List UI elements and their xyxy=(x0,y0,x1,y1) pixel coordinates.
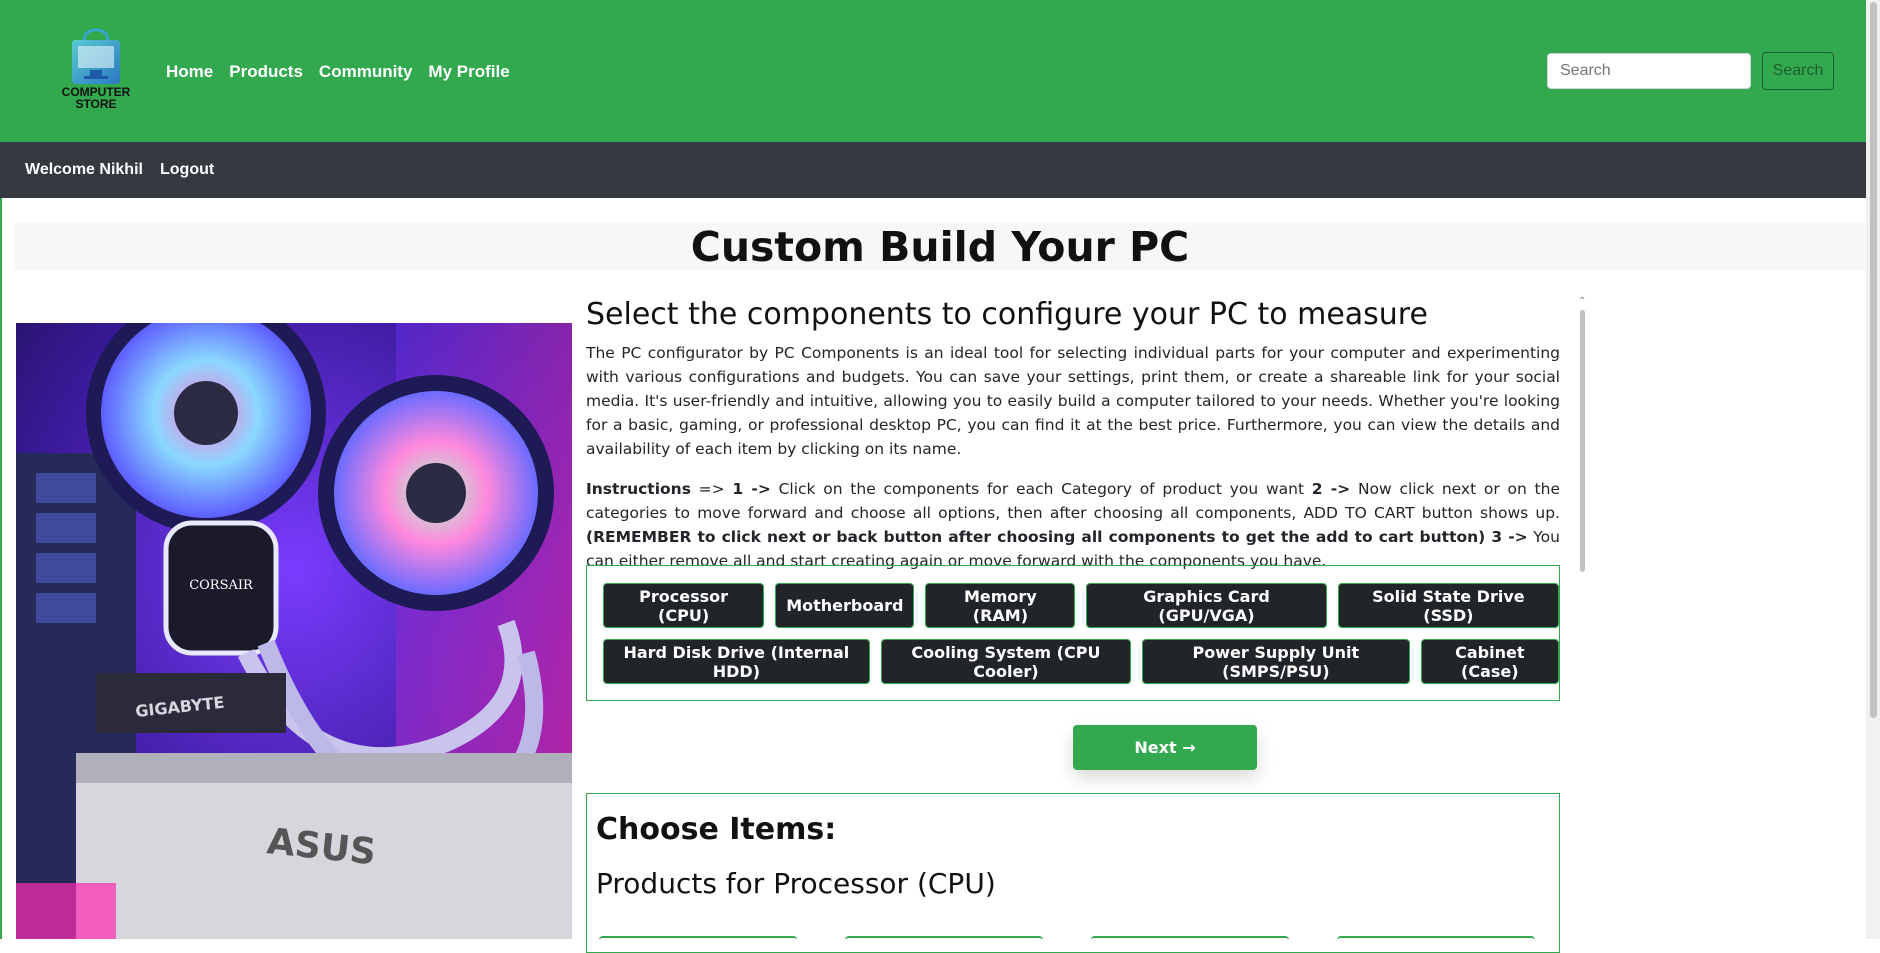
products-subtitle: Products for Processor (CPU) xyxy=(596,867,996,900)
category-button-psu[interactable]: Power Supply Unit (SMPS/PSU) xyxy=(1142,639,1410,684)
choose-items-title: Choose Items: xyxy=(596,812,837,847)
nav-community[interactable]: Community xyxy=(319,62,413,82)
instructions-arrow: => xyxy=(690,480,733,498)
page-scrollbar[interactable] xyxy=(1866,0,1880,939)
step2-note: (REMEMBER to click next or back button a… xyxy=(586,528,1486,546)
category-selector: Processor (CPU) Motherboard Memory (RAM)… xyxy=(586,565,1560,701)
main-nav: Home Products Community My Profile xyxy=(166,62,510,82)
next-button[interactable]: Next → xyxy=(1073,725,1257,770)
left-edge-accent xyxy=(0,198,2,939)
search-button[interactable]: Search xyxy=(1762,52,1834,90)
nav-products[interactable]: Products xyxy=(229,62,303,82)
intro-paragraph: The PC configurator by PC Components is … xyxy=(586,344,1560,458)
category-button-ssd[interactable]: Solid State Drive (SSD) xyxy=(1337,583,1559,628)
shopping-bag-monitor-icon xyxy=(72,28,120,84)
product-card[interactable] xyxy=(599,936,797,942)
nav-my-profile[interactable]: My Profile xyxy=(428,62,509,82)
category-button-cpu[interactable]: Processor (CPU) xyxy=(603,583,765,628)
product-cards-row xyxy=(599,936,1539,940)
category-button-hdd[interactable]: Hard Disk Drive (Internal HDD) xyxy=(603,639,870,684)
product-card[interactable] xyxy=(1337,936,1535,942)
pc-build-illustration: CORSAIR GIGABYTE ASUS xyxy=(16,323,572,939)
welcome-text: Welcome Nikhil xyxy=(25,161,143,178)
category-row-1: Processor (CPU) Motherboard Memory (RAM)… xyxy=(603,583,1559,628)
user-bar: Welcome Nikhil Logout xyxy=(0,142,1866,198)
scroll-up-icon[interactable]: ⌃ xyxy=(1578,296,1586,307)
logout-link[interactable]: Logout xyxy=(160,161,214,179)
step3-number: 3 -> xyxy=(1485,528,1528,546)
intro-heading: Select the components to configure your … xyxy=(586,297,1428,332)
store-logo[interactable]: COMPUTER STORE xyxy=(54,28,138,114)
choose-items-panel: Choose Items: Products for Processor (CP… xyxy=(586,793,1560,953)
page-scrollbar-thumb[interactable] xyxy=(1870,2,1877,718)
step1-number: 1 -> xyxy=(732,480,771,498)
title-band: Custom Build Your PC xyxy=(14,222,1866,271)
category-button-cooler[interactable]: Cooling System (CPU Cooler) xyxy=(880,639,1132,684)
page-title: Custom Build Your PC xyxy=(690,223,1190,271)
category-button-ram[interactable]: Memory (RAM) xyxy=(925,583,1076,628)
category-button-case[interactable]: Cabinet (Case) xyxy=(1420,639,1559,684)
next-button-label: Next xyxy=(1134,738,1177,757)
logo-text-line2: STORE xyxy=(75,97,117,111)
instructions-label: Instructions xyxy=(586,480,691,498)
step1-text: Click on the components for each Categor… xyxy=(770,480,1312,498)
category-button-gpu[interactable]: Graphics Card (GPU/VGA) xyxy=(1086,583,1327,628)
intro-section: Select the components to configure your … xyxy=(586,295,1560,573)
product-card[interactable] xyxy=(845,936,1043,942)
product-card[interactable] xyxy=(1091,936,1289,942)
top-navbar: COMPUTER STORE Home Products Community M… xyxy=(0,0,1866,142)
content-scrollbar-thumb[interactable] xyxy=(1580,310,1585,572)
step2-number: 2 -> xyxy=(1311,480,1351,498)
cooler-brand-text: CORSAIR xyxy=(189,578,254,593)
arrow-right-icon: → xyxy=(1182,738,1196,757)
content-scrollbar[interactable]: ⌃ xyxy=(1578,296,1586,576)
category-button-motherboard[interactable]: Motherboard xyxy=(775,583,915,628)
category-row-2: Hard Disk Drive (Internal HDD) Cooling S… xyxy=(603,639,1559,684)
nav-home[interactable]: Home xyxy=(166,62,213,82)
pc-build-image: CORSAIR GIGABYTE ASUS xyxy=(16,323,572,939)
search-input[interactable] xyxy=(1547,53,1751,89)
instructions-paragraph: Instructions => 1 -> Click on the compon… xyxy=(586,477,1560,573)
